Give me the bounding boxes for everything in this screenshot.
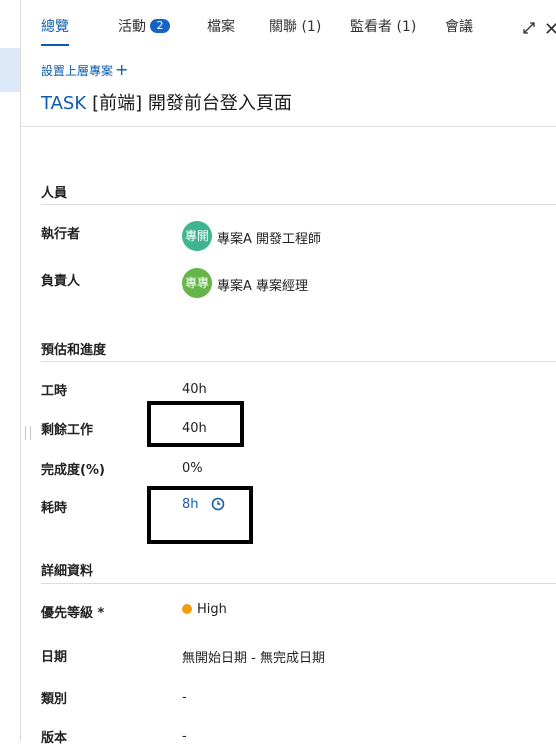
section-divider (41, 583, 556, 584)
priority-value[interactable]: High (182, 602, 227, 617)
tab-meetings[interactable]: 會議 (445, 0, 473, 46)
work-item-type: TASK (41, 93, 87, 114)
version-value[interactable]: - (182, 729, 187, 744)
owner-label: 負責人 (41, 274, 81, 289)
work-item-subject: [前端] 開發前台登入頁面 (92, 93, 292, 114)
progress-label: 完成度(%) (41, 463, 105, 478)
highlight-box-spent (147, 486, 253, 544)
tab-bar: 總覽 活動 2 檔案 關聯 (1) 監看者 (1) 會議 ✕ (21, 0, 556, 46)
details-section-title: 詳細資料 (41, 564, 94, 579)
tab-relations[interactable]: 關聯 (1) (269, 0, 321, 46)
people-section-title: 人員 (41, 186, 68, 201)
active-tab-indicator (41, 44, 69, 46)
tab-watchers-label: 監看者 (1) (350, 19, 417, 35)
tab-meetings-label: 會議 (445, 19, 473, 35)
version-label: 版本 (41, 731, 68, 746)
tab-relations-label: 關聯 (1) (269, 19, 322, 35)
work-item-title[interactable]: TASK [前端] 開發前台登入頁面 (41, 89, 292, 115)
expand-icon[interactable] (521, 20, 537, 36)
owner-name[interactable]: 專案A 專案經理 (217, 275, 308, 294)
section-divider (41, 361, 556, 362)
tab-activity-label: 活動 (118, 19, 146, 35)
work-item-panel: 總覽 活動 2 檔案 關聯 (1) 監看者 (1) 會議 ✕ 設置上層專案 + TA… (21, 0, 556, 746)
priority-label: 優先等級 * (41, 606, 105, 621)
tab-files-label: 檔案 (207, 19, 235, 35)
hours-value[interactable]: 40h (182, 382, 207, 397)
category-value[interactable]: - (182, 690, 187, 705)
category-label: 類別 (41, 692, 68, 707)
dates-value[interactable]: 無開始日期 - 無完成日期 (182, 647, 325, 666)
left-list-pane (0, 0, 21, 741)
tab-watchers[interactable]: 監看者 (1) (350, 0, 416, 46)
priority-text: High (197, 602, 227, 617)
remaining-label: 剩餘工作 (41, 423, 94, 438)
estimate-section-title: 預估和進度 (41, 343, 107, 358)
plus-icon: + (115, 60, 129, 79)
owner-avatar: 專專 (182, 268, 212, 298)
tab-activity[interactable]: 活動 2 (118, 0, 170, 46)
close-icon[interactable]: ✕ (544, 19, 556, 40)
progress-value[interactable]: 0% (182, 461, 203, 476)
dates-label: 日期 (41, 650, 68, 665)
selected-list-row[interactable] (0, 48, 20, 92)
set-parent-link[interactable]: 設置上層專案 + (41, 60, 128, 79)
assignee-name[interactable]: 專案A 開發工程師 (217, 228, 321, 247)
spent-label: 耗時 (41, 501, 68, 516)
hours-label: 工時 (41, 384, 68, 399)
tab-files[interactable]: 檔案 (207, 0, 235, 46)
assignee-avatar: 專開 (182, 221, 212, 251)
tab-overview-label: 總覽 (41, 19, 69, 35)
priority-dot-icon (182, 603, 192, 614)
activity-count-badge: 2 (150, 19, 170, 33)
tab-overview[interactable]: 總覽 (41, 0, 69, 46)
set-parent-label: 設置上層專案 (41, 64, 114, 78)
section-divider (41, 204, 556, 205)
assignee-label: 執行者 (41, 227, 81, 242)
highlight-box-remaining (147, 401, 244, 447)
header-divider (21, 126, 556, 127)
